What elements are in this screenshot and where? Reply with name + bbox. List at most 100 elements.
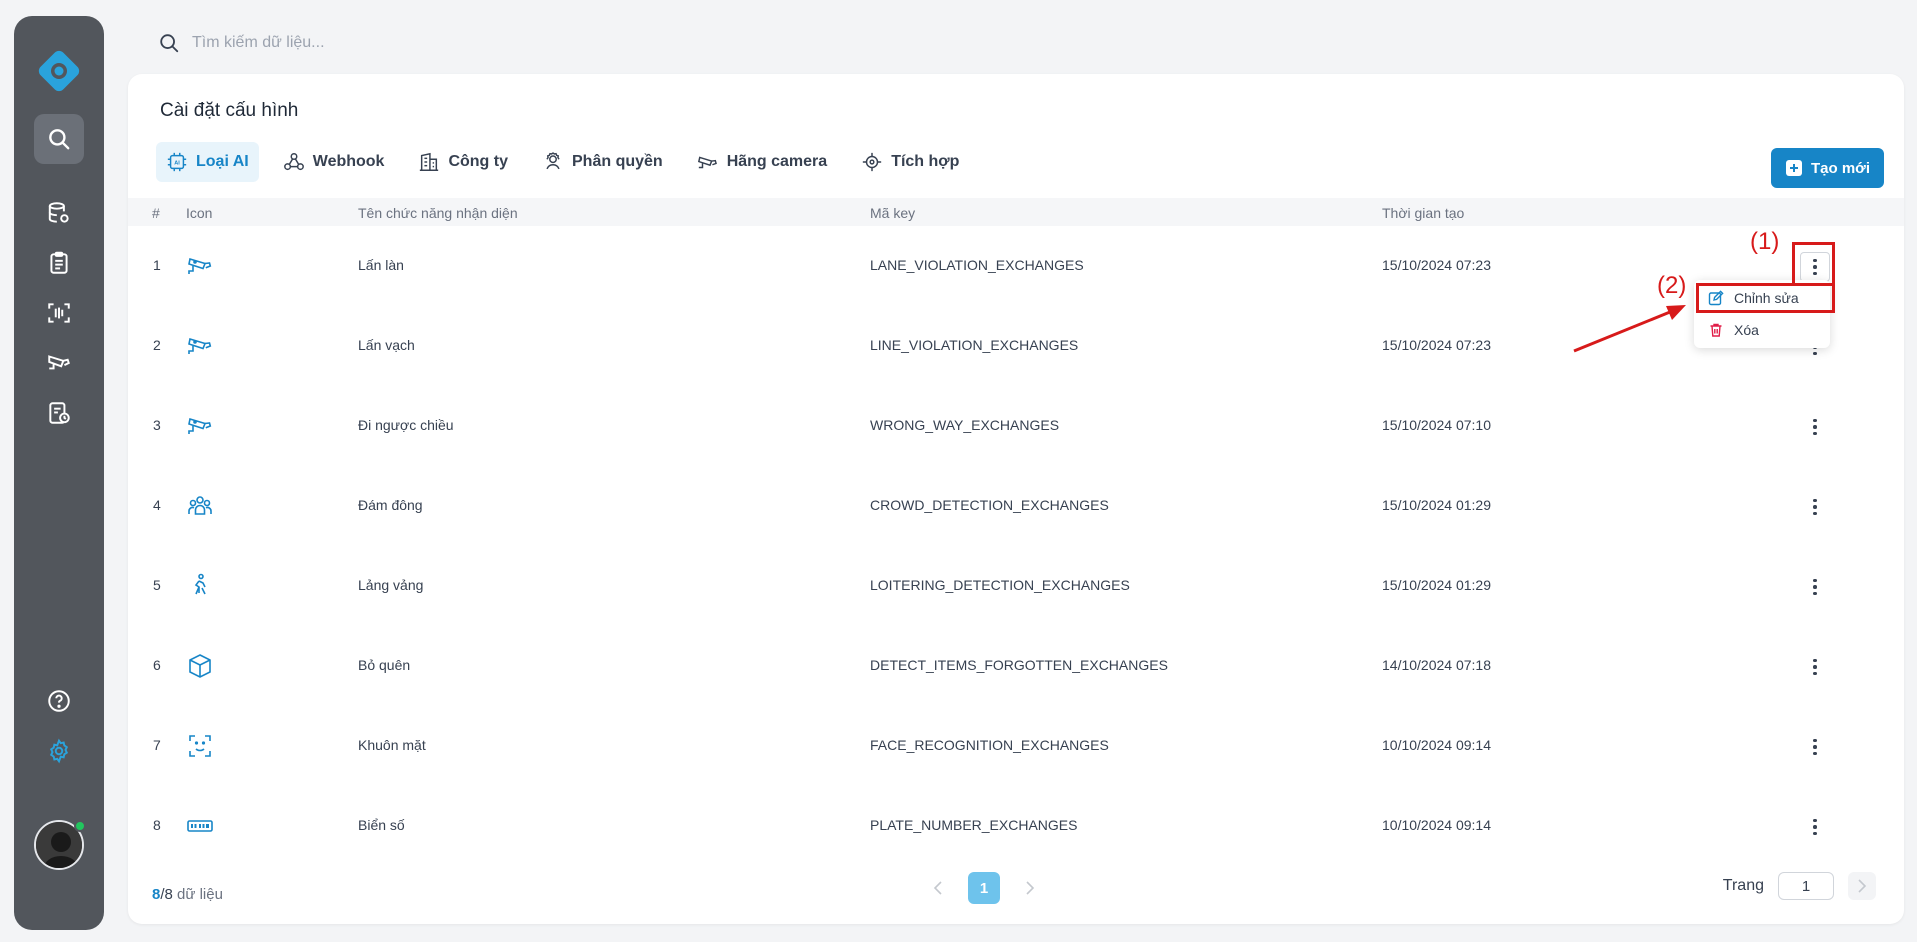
- annotation-box-2: [1696, 283, 1835, 313]
- row-created: 10/10/2024 09:14: [1382, 737, 1491, 753]
- row-number: 6: [153, 657, 161, 673]
- help-icon[interactable]: [34, 676, 84, 726]
- tab-company[interactable]: Công ty: [408, 142, 518, 182]
- table-row[interactable]: 1 Lấn làn LANE_VIOLATION_EXCHANGES 15/10…: [128, 226, 1904, 306]
- tab-label: Loại AI: [196, 153, 249, 170]
- row-number: 5: [153, 577, 161, 593]
- tab-camera-brand[interactable]: Hãng camera: [687, 142, 838, 182]
- goto-page-input[interactable]: [1778, 872, 1834, 900]
- tab-ai-type[interactable]: AI Loại AI: [156, 142, 259, 182]
- cctv-camera-icon: [188, 257, 212, 274]
- row-key: PLATE_NUMBER_EXCHANGES: [870, 817, 1078, 833]
- row-created: 15/10/2024 01:29: [1382, 577, 1491, 593]
- row-actions-button[interactable]: [1800, 492, 1830, 522]
- table-row[interactable]: 5 Lảng vảng LOITERING_DETECTION_EXCHANGE…: [128, 546, 1904, 626]
- user-shield-icon: [546, 152, 560, 170]
- row-actions-button[interactable]: [1800, 812, 1830, 842]
- create-new-button[interactable]: Tạo mới: [1770, 148, 1884, 188]
- annotation-label-1: (1): [1750, 228, 1780, 255]
- next-page-icon[interactable]: [1020, 878, 1040, 898]
- face-scan-nav-icon[interactable]: [34, 288, 84, 338]
- col-header-no: #: [152, 205, 160, 221]
- col-header-icon: Icon: [186, 205, 213, 221]
- row-key: DETECT_ITEMS_FORGOTTEN_EXCHANGES: [870, 657, 1168, 673]
- database-settings-icon[interactable]: [34, 188, 84, 238]
- main-card: Cài đặt cấu hình AI Loại AI Webhook Công…: [128, 74, 1904, 924]
- row-number: 8: [153, 817, 161, 833]
- row-name: Khuôn mặt: [358, 737, 426, 753]
- search-icon: [160, 34, 179, 53]
- table-header: # Icon Tên chức năng nhận diện Mã key Th…: [128, 198, 1904, 226]
- table-row[interactable]: 8 Biển số PLATE_NUMBER_EXCHANGES 10/10/2…: [128, 786, 1904, 866]
- row-actions-button[interactable]: [1800, 652, 1830, 682]
- row-name: Bỏ quên: [358, 657, 411, 673]
- row-number: 2: [153, 337, 161, 353]
- page-button-current[interactable]: 1: [968, 872, 1000, 904]
- box-icon: [189, 654, 211, 678]
- goto-page: Trang: [1723, 872, 1876, 900]
- delete-label: Xóa: [1734, 322, 1759, 338]
- row-created: 15/10/2024 01:29: [1382, 497, 1491, 513]
- delete-menu-item[interactable]: Xóa: [1694, 314, 1830, 346]
- row-created: 10/10/2024 09:14: [1382, 817, 1491, 833]
- goto-page-label: Trang: [1722, 877, 1764, 894]
- camera-icon: [697, 156, 717, 169]
- tab-label: Phân quyền: [572, 153, 663, 170]
- row-created: 14/10/2024 07:18: [1382, 657, 1491, 673]
- record-count: 8/8 dữ liệu: [152, 886, 223, 903]
- annotation-arrow-icon: [1573, 305, 1686, 353]
- table-row[interactable]: 6 Bỏ quên DETECT_ITEMS_FORGOTTEN_EXCHANG…: [128, 626, 1904, 706]
- record-count-suffix: dữ liệu: [172, 886, 223, 903]
- settings-gear-icon[interactable]: [34, 726, 84, 776]
- row-number: 1: [153, 257, 161, 273]
- cctv-camera-icon: [188, 337, 212, 354]
- row-name: Lảng vảng: [358, 577, 424, 593]
- tab-label: Hãng camera: [726, 153, 828, 170]
- annotation-box-1: [1792, 242, 1835, 286]
- cctv-camera-nav-icon[interactable]: [34, 338, 84, 388]
- row-number: 4: [153, 497, 161, 513]
- report-history-icon[interactable]: [34, 388, 84, 438]
- clipboard-list-icon[interactable]: [34, 238, 84, 288]
- svg-text:AI: AI: [174, 160, 180, 166]
- plus-square-icon: [1785, 160, 1802, 176]
- building-icon: [420, 152, 439, 171]
- prev-page-icon[interactable]: [928, 878, 948, 898]
- row-actions-button[interactable]: [1800, 572, 1830, 602]
- search-input[interactable]: [192, 34, 612, 52]
- row-created: 15/10/2024 07:23: [1382, 257, 1491, 273]
- tab-webhook[interactable]: Webhook: [273, 142, 395, 182]
- crowd-icon: [188, 496, 212, 515]
- table-row[interactable]: 4 Đám đông CROWD_DETECTION_EXCHANGES 15/…: [128, 466, 1904, 546]
- row-name: Đám đông: [358, 497, 423, 513]
- tab-label: Webhook: [312, 153, 385, 170]
- tab-label: Tích hợp: [891, 153, 960, 170]
- col-header-key: Mã key: [870, 205, 916, 221]
- ai-chip-icon: AI: [167, 152, 187, 172]
- create-new-label: Tạo mới: [1810, 159, 1870, 177]
- table-row[interactable]: 3 Đi ngược chiều WRONG_WAY_EXCHANGES 15/…: [128, 386, 1904, 466]
- tab-bar: AI Loại AI Webhook Công ty Phân quyền Hã…: [156, 142, 983, 182]
- row-actions-button[interactable]: [1800, 412, 1830, 442]
- app-logo-icon[interactable]: [34, 46, 84, 96]
- trash-icon: [1710, 323, 1722, 337]
- row-name: Lấn làn: [358, 257, 404, 273]
- search-nav-icon[interactable]: [34, 114, 84, 164]
- row-name: Đi ngược chiều: [358, 417, 454, 433]
- goto-next-icon[interactable]: [1848, 872, 1876, 900]
- row-created: 15/10/2024 07:10: [1382, 417, 1491, 433]
- table-row[interactable]: 7 Khuôn mặt FACE_RECOGNITION_EXCHANGES 1…: [128, 706, 1904, 786]
- pagination: 1: [928, 872, 1040, 904]
- tab-permissions[interactable]: Phân quyền: [532, 142, 673, 182]
- col-header-created: Thời gian tạo: [1382, 205, 1465, 221]
- page-title: Cài đặt cấu hình: [160, 100, 299, 121]
- webhook-icon: [283, 153, 304, 171]
- row-key: LANE_VIOLATION_EXCHANGES: [870, 257, 1084, 273]
- sidebar: [14, 16, 104, 930]
- tab-integration[interactable]: Tích hợp: [851, 142, 969, 182]
- row-number: 3: [153, 417, 161, 433]
- row-actions-button[interactable]: [1800, 732, 1830, 762]
- row-key: LOITERING_DETECTION_EXCHANGES: [870, 577, 1130, 593]
- search-bar: [158, 28, 658, 58]
- walking-person-icon: [194, 573, 206, 595]
